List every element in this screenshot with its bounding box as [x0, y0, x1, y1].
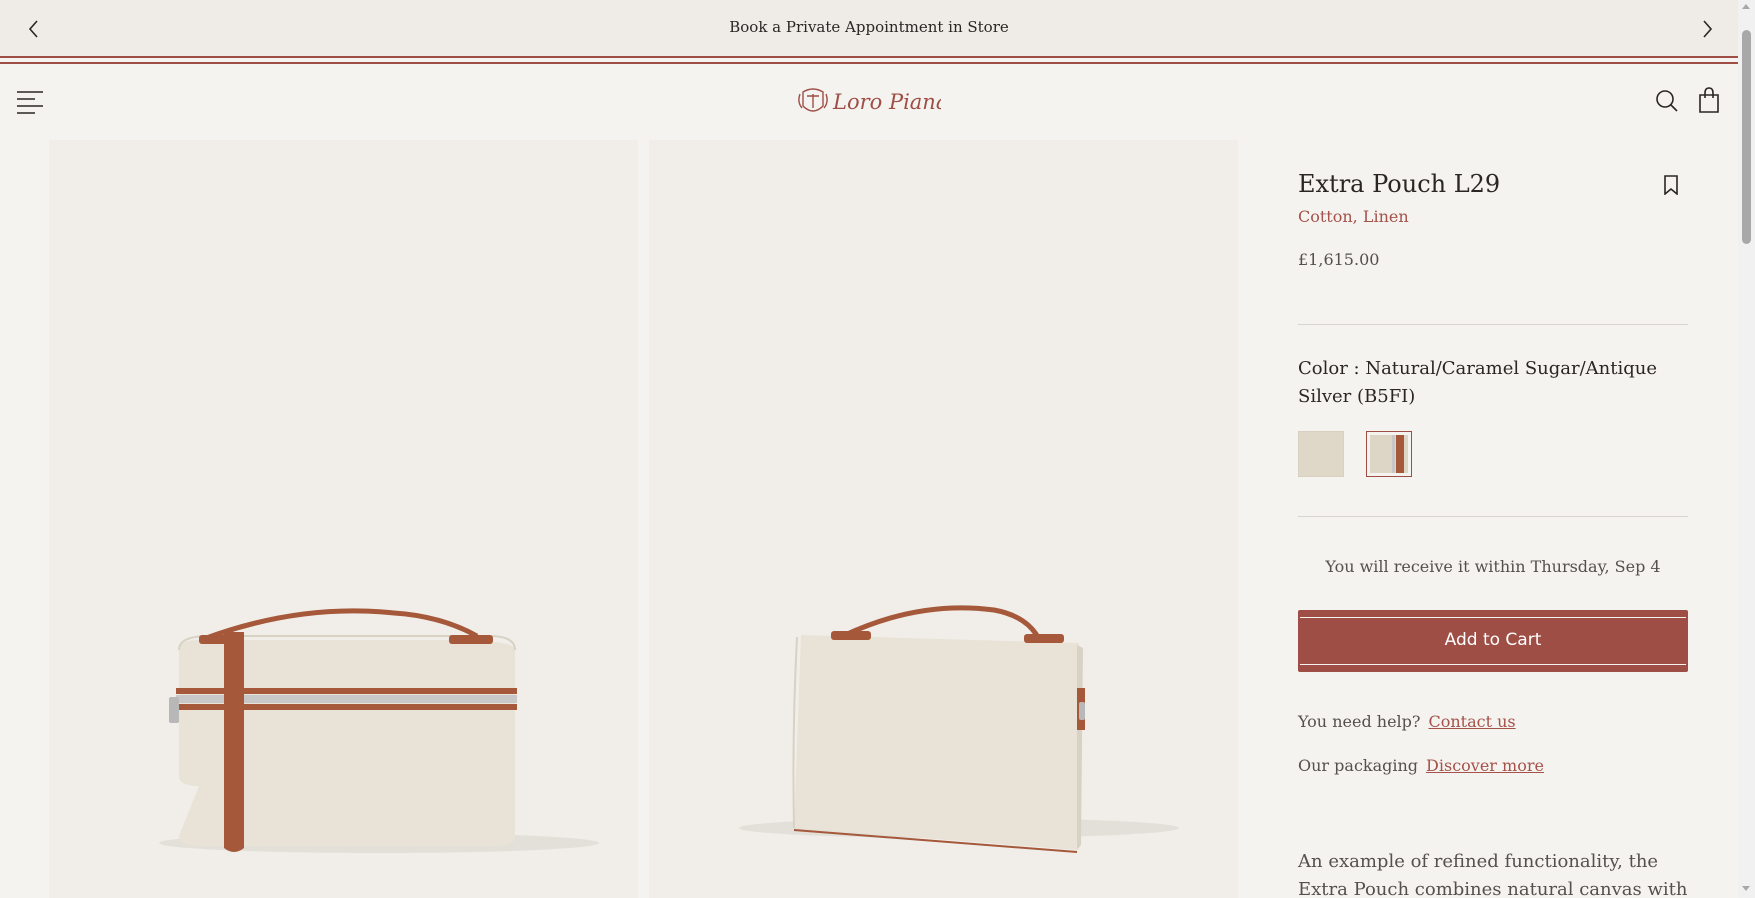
help-row: You need help? Contact us — [1298, 712, 1516, 731]
search-icon[interactable] — [1655, 89, 1679, 113]
add-to-cart-label: Add to Cart — [1444, 630, 1542, 650]
menu-icon[interactable] — [17, 90, 43, 114]
discover-more-link[interactable]: Discover more — [1426, 756, 1544, 775]
announcement-text[interactable]: Book a Private Appointment in Store — [0, 18, 1738, 36]
svg-text:Loro Piana: Loro Piana — [832, 90, 941, 114]
scroll-down-icon[interactable] — [1742, 886, 1750, 891]
header-divider-top — [0, 56, 1738, 58]
color-label: Color : Natural/Caramel Sugar/Antique Si… — [1298, 358, 1658, 407]
scroll-up-icon[interactable] — [1742, 4, 1750, 9]
brand-logo[interactable]: Loro Piana — [797, 82, 941, 122]
product-image-front[interactable] — [49, 140, 638, 898]
shopping-bag-icon[interactable] — [1697, 87, 1721, 113]
product-description: An example of refined functionality, the… — [1298, 851, 1688, 898]
add-to-cart-button[interactable]: Add to Cart — [1298, 610, 1688, 672]
help-text: You need help? — [1298, 712, 1421, 731]
delivery-estimate: You will receive it within Thursday, Sep… — [1325, 557, 1661, 576]
bookmark-icon[interactable] — [1664, 175, 1678, 195]
divider — [1298, 324, 1688, 325]
packaging-text: Our packaging — [1298, 756, 1419, 775]
site-header: Loro Piana — [0, 64, 1738, 140]
packaging-row: Our packaging Discover more — [1298, 756, 1544, 775]
page-scrollbar[interactable] — [1738, 0, 1755, 898]
contact-us-link[interactable]: Contact us — [1428, 712, 1515, 731]
natural-swatch[interactable] — [1298, 431, 1344, 477]
announcement-bar: Book a Private Appointment in Store — [0, 0, 1738, 56]
natural-caramel-swatch[interactable] — [1366, 431, 1412, 477]
product-image-side[interactable] — [649, 140, 1238, 898]
scrollbar-thumb[interactable] — [1742, 30, 1751, 244]
chevron-right-icon[interactable] — [1697, 18, 1717, 40]
product-material: Cotton, Linen — [1298, 207, 1409, 226]
product-price: £1,615.00 — [1298, 250, 1380, 269]
divider — [1298, 516, 1688, 517]
product-title: Extra Pouch L29 — [1298, 170, 1501, 198]
